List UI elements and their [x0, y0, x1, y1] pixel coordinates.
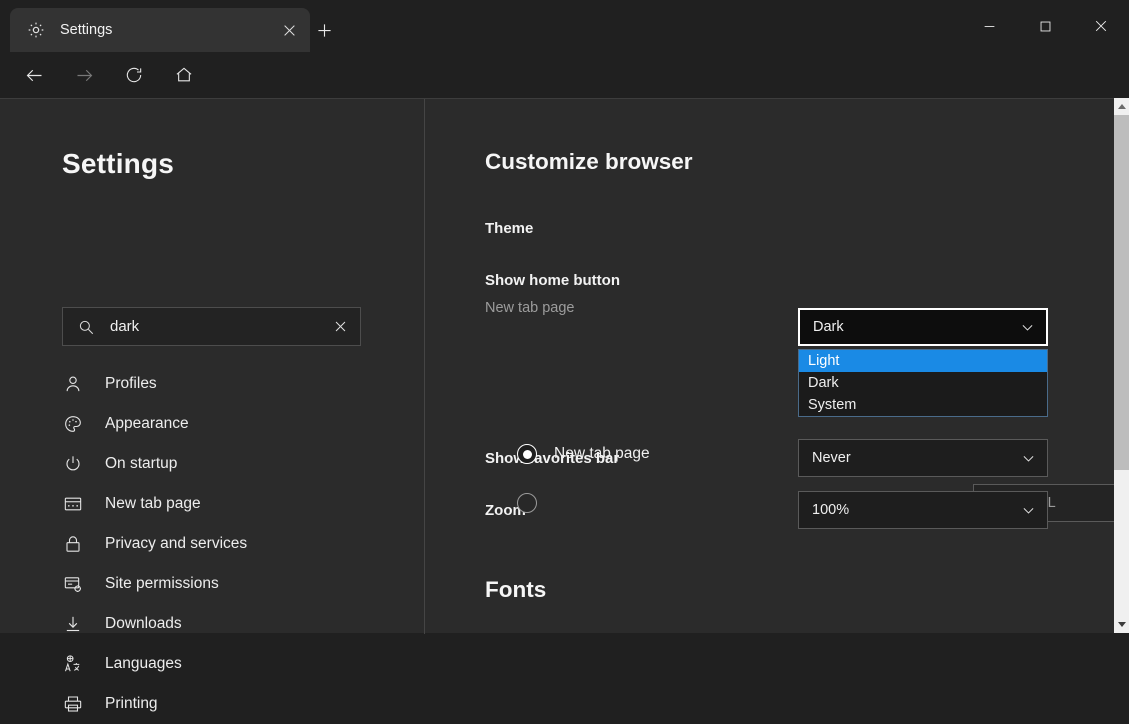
minimize-button[interactable]	[961, 0, 1017, 52]
theme-label: Theme	[485, 220, 533, 237]
scroll-down-arrow-icon[interactable]	[1114, 616, 1129, 633]
forward-button[interactable]	[64, 55, 104, 95]
download-arrow-icon	[62, 613, 84, 635]
favorites-bar-select-value: Never	[812, 450, 851, 466]
chevron-down-icon	[1020, 450, 1037, 467]
power-icon	[62, 453, 84, 475]
person-icon	[62, 373, 84, 395]
sidebar-item-label: On startup	[105, 455, 177, 473]
home-button[interactable]	[164, 55, 204, 95]
sidebar-item-label: New tab page	[105, 495, 201, 513]
sidebar-item-downloads[interactable]: Downloads	[62, 604, 412, 644]
radio-custom-url[interactable]	[517, 493, 537, 513]
theme-option-system[interactable]: System	[799, 394, 1047, 416]
page-scrollbar[interactable]	[1114, 98, 1129, 633]
scrollbar-thumb[interactable]	[1114, 115, 1129, 470]
theme-dropdown-list[interactable]: Light Dark System	[798, 349, 1048, 417]
section-heading-fonts: Fonts	[485, 577, 546, 603]
search-input[interactable]: dark	[110, 318, 326, 335]
sidebar-item-appearance[interactable]: Appearance	[62, 404, 412, 444]
back-button[interactable]	[14, 55, 54, 95]
settings-page: Settings dark Profiles	[0, 98, 1114, 633]
maximize-button[interactable]	[1017, 0, 1073, 52]
search-settings-box[interactable]: dark	[62, 307, 361, 346]
palette-icon	[62, 413, 84, 435]
title-bar: Settings	[0, 0, 1129, 52]
sidebar-item-privacy-and-services[interactable]: Privacy and services	[62, 524, 412, 564]
navigation-buttons	[14, 55, 204, 95]
sidebar-item-profiles[interactable]: Profiles	[62, 364, 412, 404]
sidebar-item-label: Languages	[105, 655, 182, 673]
sidebar-item-label: Appearance	[105, 415, 189, 433]
chevron-down-icon	[1019, 319, 1036, 336]
theme-option-light[interactable]: Light	[799, 350, 1047, 372]
window-controls	[961, 0, 1129, 52]
sidebar-item-label: Privacy and services	[105, 535, 247, 553]
home-button-new-tab-option[interactable]: New tab page	[517, 444, 650, 464]
sidebar-item-on-startup[interactable]: On startup	[62, 444, 412, 484]
translate-icon	[62, 653, 84, 675]
lock-icon	[62, 533, 84, 555]
new-tab-button[interactable]	[308, 14, 340, 46]
sidebar-item-label: Site permissions	[105, 575, 219, 593]
settings-sidebar: Settings dark Profiles	[0, 99, 424, 634]
refresh-button[interactable]	[114, 55, 154, 95]
page-title: Settings	[62, 148, 174, 180]
section-heading-customize-browser: Customize browser	[485, 149, 693, 175]
show-home-button-sub: New tab page	[485, 300, 574, 316]
sidebar-item-label: Printing	[105, 695, 158, 713]
zoom-select-value: 100%	[812, 502, 849, 518]
tab-title: Settings	[60, 22, 274, 38]
sidebar-item-printing[interactable]: Printing	[62, 684, 412, 724]
site-settings-icon	[62, 573, 84, 595]
printer-icon	[62, 693, 84, 715]
theme-select-value: Dark	[813, 319, 844, 335]
radio-new-tab-page-label: New tab page	[554, 445, 650, 463]
home-button-url-option[interactable]	[517, 493, 537, 513]
theme-select[interactable]: Dark	[798, 308, 1048, 346]
favorites-bar-select[interactable]: Never	[798, 439, 1048, 477]
clear-search-icon[interactable]	[326, 313, 354, 341]
browser-window-icon	[62, 493, 84, 515]
sidebar-item-label: Profiles	[105, 375, 157, 393]
search-icon	[77, 318, 95, 336]
browser-toolbar: Edge | edge://settings/?search=dark •••	[0, 52, 1129, 98]
sidebar-item-site-permissions[interactable]: Site permissions	[62, 564, 412, 604]
chevron-down-icon	[1020, 502, 1037, 519]
zoom-select[interactable]: 100%	[798, 491, 1048, 529]
close-window-button[interactable]	[1073, 0, 1129, 52]
show-home-button-label: Show home button	[485, 272, 620, 289]
settings-nav-list: Profiles Appearance	[62, 364, 412, 724]
browser-tab-settings[interactable]: Settings	[10, 8, 310, 52]
radio-new-tab-page[interactable]	[517, 444, 537, 464]
scroll-up-arrow-icon[interactable]	[1114, 98, 1129, 115]
theme-option-dark[interactable]: Dark	[799, 372, 1047, 394]
close-tab-icon[interactable]	[274, 15, 304, 45]
sidebar-item-languages[interactable]: Languages	[62, 644, 412, 684]
sidebar-item-new-tab-page[interactable]: New tab page	[62, 484, 412, 524]
gear-icon	[26, 20, 46, 40]
sidebar-item-label: Downloads	[105, 615, 182, 633]
